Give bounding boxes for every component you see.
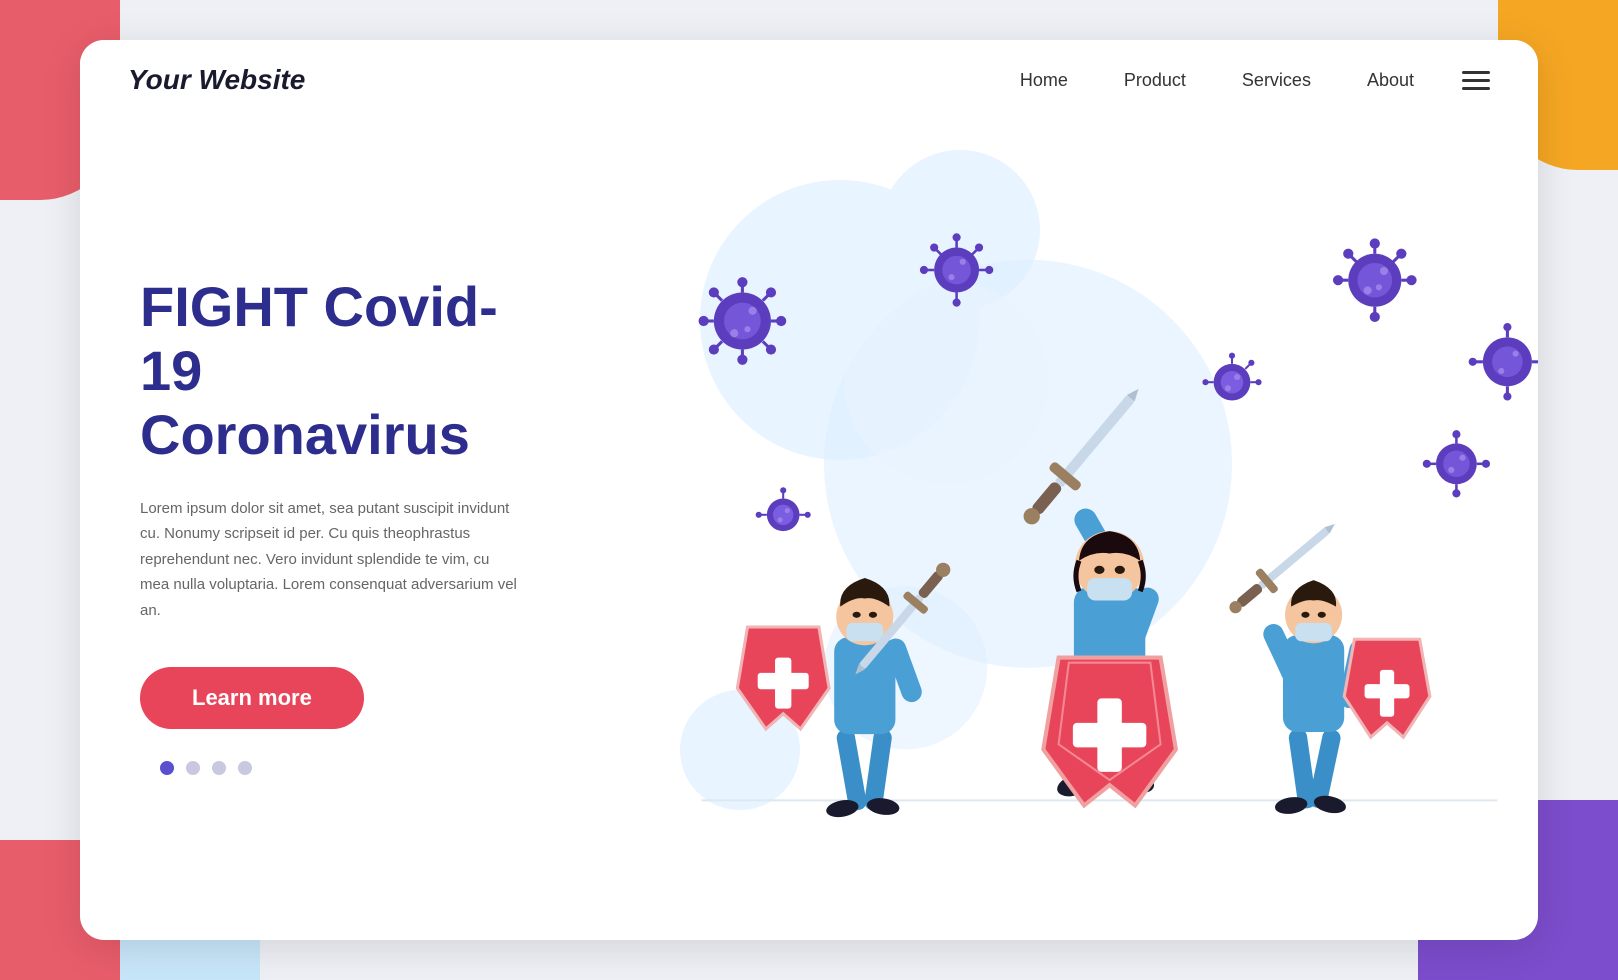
hero-title: FIGHT Covid-19 Coronavirus	[140, 275, 560, 468]
learn-more-button[interactable]: Learn more	[140, 667, 364, 729]
nav-item-product[interactable]: Product	[1124, 70, 1186, 91]
logo: Your Website	[128, 64, 305, 96]
figure-3	[1222, 513, 1430, 816]
hamburger-line-1	[1462, 71, 1490, 74]
main-card: Your Website Home Product Services About	[80, 40, 1538, 940]
nav-link-home[interactable]: Home	[1020, 70, 1068, 90]
nav-item-home[interactable]: Home	[1020, 70, 1068, 91]
hamburger-line-3	[1462, 87, 1490, 90]
dot-2[interactable]	[186, 761, 200, 775]
nav-link-about[interactable]: About	[1367, 70, 1414, 90]
hamburger-menu[interactable]	[1462, 71, 1490, 90]
page-background: Your Website Home Product Services About	[0, 0, 1618, 980]
navbar: Your Website Home Product Services About	[80, 40, 1538, 120]
nav-link-product[interactable]: Product	[1124, 70, 1186, 90]
hero-section: FIGHT Covid-19 Coronavirus Lorem ipsum d…	[80, 120, 1538, 930]
hero-left: FIGHT Covid-19 Coronavirus Lorem ipsum d…	[80, 120, 620, 930]
hero-illustration	[620, 120, 1538, 930]
nav-link-services[interactable]: Services	[1242, 70, 1311, 90]
nav-item-about[interactable]: About	[1367, 70, 1414, 91]
hamburger-line-2	[1462, 79, 1490, 82]
slide-dots	[160, 761, 560, 775]
nav-item-services[interactable]: Services	[1242, 70, 1311, 91]
dot-3[interactable]	[212, 761, 226, 775]
nav-links: Home Product Services About	[1020, 70, 1414, 91]
dot-1[interactable]	[160, 761, 174, 775]
dot-4[interactable]	[238, 761, 252, 775]
hero-right	[620, 120, 1538, 930]
hero-description: Lorem ipsum dolor sit amet, sea putant s…	[140, 496, 520, 624]
